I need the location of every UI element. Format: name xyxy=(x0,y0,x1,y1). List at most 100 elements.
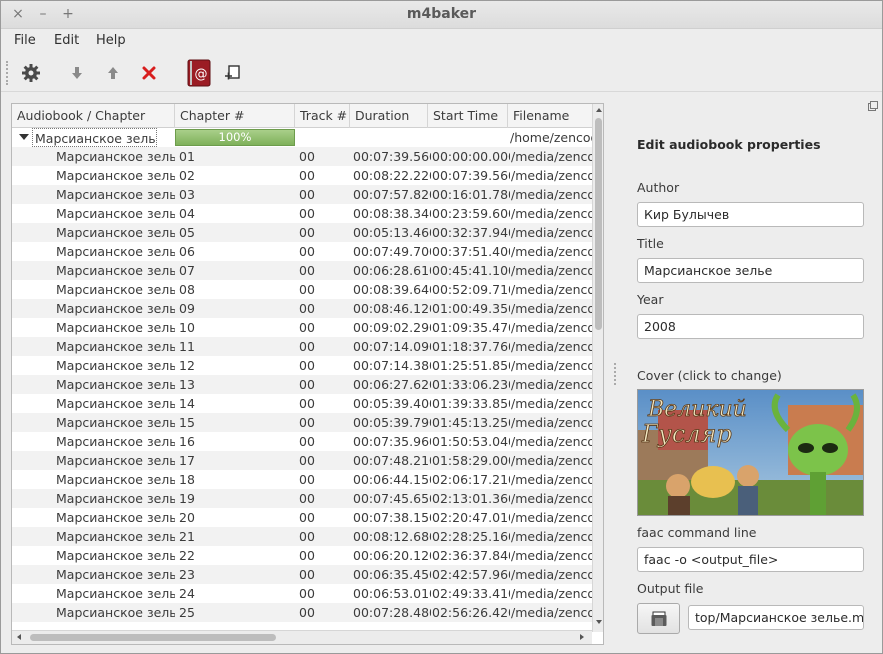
table-row[interactable]: Марсианское зелье 22 00 00:06:20.120 02:36:3… xyxy=(12,546,592,565)
table-row[interactable]: Марсианское зелье 24 00 00:06:53.010 02:49:3… xyxy=(12,584,592,603)
tree-row-book[interactable]: Марсианское зелье 100% /home/zencoo xyxy=(12,128,592,147)
chapter-number: 17 xyxy=(179,453,195,468)
table-row[interactable]: Марсианское зелье 14 00 00:05:39.400 01:39:3… xyxy=(12,394,592,413)
horizontal-scroll-thumb[interactable] xyxy=(30,634,276,641)
chapter-title: Марсианское зелье xyxy=(56,358,175,373)
column-duration[interactable]: Duration xyxy=(350,104,428,128)
output-field[interactable]: top/Марсианское зелье.m4b xyxy=(688,605,864,630)
table-row[interactable]: Марсианское зелье 04 00 00:08:38.340 00:23:5… xyxy=(12,204,592,223)
table-row[interactable]: Марсианское зелье 08 00 00:08:39.640 00:52:0… xyxy=(12,280,592,299)
table-row[interactable]: Марсианское зелье 13 00 00:06:27.620 01:33:0… xyxy=(12,375,592,394)
cover-image[interactable]: Великий Гусляр xyxy=(637,389,864,516)
start-time: 02:49:33.410 xyxy=(432,586,510,601)
start-time: 02:56:26.420 xyxy=(432,605,510,620)
filename: /media/zencoo xyxy=(511,149,592,164)
filename: /media/zencoo xyxy=(511,206,592,221)
chapter-number: 06 xyxy=(179,244,195,259)
table-row[interactable]: Марсианское зелье 09 00 00:08:46.120 01:00:4… xyxy=(12,299,592,318)
chapter-title: Марсианское зелье xyxy=(56,453,175,468)
table-row[interactable]: Марсианское зелье 16 00 00:07:35.960 01:50:5… xyxy=(12,432,592,451)
gear-icon xyxy=(22,64,40,82)
chapter-number: 04 xyxy=(179,206,195,221)
panel-heading: Edit audiobook properties xyxy=(637,137,821,152)
track-number: 00 xyxy=(299,434,315,449)
start-time: 02:42:57.960 xyxy=(432,567,510,582)
author-label: Author xyxy=(637,180,680,195)
start-time: 01:25:51.850 xyxy=(432,358,510,373)
table-row[interactable]: Марсианское зелье 05 00 00:05:13.460 00:32:3… xyxy=(12,223,592,242)
add-audiobook-button[interactable]: @ xyxy=(185,59,213,87)
table-row[interactable]: Марсианское зелье 07 00 00:06:28.610 00:45:4… xyxy=(12,261,592,280)
column-start-time[interactable]: Start Time xyxy=(428,104,508,128)
move-up-button[interactable] xyxy=(99,59,127,87)
start-time: 01:18:37.760 xyxy=(432,339,510,354)
svg-text:@: @ xyxy=(195,67,208,82)
scroll-up-icon[interactable] xyxy=(596,108,602,112)
restore-icon[interactable] xyxy=(868,101,878,111)
table-row[interactable]: Марсианское зелье 03 00 00:07:57.820 00:16:0… xyxy=(12,185,592,204)
track-number: 00 xyxy=(299,187,315,202)
table-row[interactable]: Марсианское зелье 23 00 00:06:35.450 02:42:5… xyxy=(12,565,592,584)
chapter-number: 09 xyxy=(179,301,195,316)
chapter-number: 10 xyxy=(179,320,195,335)
vertical-scrollbar[interactable] xyxy=(592,104,603,632)
track-number: 00 xyxy=(299,472,315,487)
table-row[interactable]: Марсианское зелье 10 00 00:09:02.290 01:09:3… xyxy=(12,318,592,337)
track-number: 00 xyxy=(299,206,315,221)
progress-bar: 100% xyxy=(175,129,295,146)
chapter-number: 21 xyxy=(179,529,195,544)
table-row[interactable]: Марсианское зелье 02 00 00:08:22.220 00:07:3… xyxy=(12,166,592,185)
menu-help[interactable]: Help xyxy=(96,33,126,48)
chapter-number: 08 xyxy=(179,282,195,297)
start-time: 01:50:53.040 xyxy=(432,434,510,449)
duration: 00:05:39.790 xyxy=(353,415,431,430)
author-field[interactable]: Кир Булычев xyxy=(637,202,864,227)
chapter-title: Марсианское зелье xyxy=(56,187,175,202)
column-audiobook[interactable]: Audiobook / Chapter xyxy=(12,104,175,128)
menu-bar: File Edit Help xyxy=(1,29,882,53)
table-row[interactable]: Марсианское зелье 25 00 00:07:28.480 02:56:2… xyxy=(12,603,592,622)
add-chapter-button[interactable] xyxy=(218,59,246,87)
title-field[interactable]: Марсианское зелье xyxy=(637,258,864,283)
table-row[interactable]: Марсианское зелье 06 00 00:07:49.700 00:37:5… xyxy=(12,242,592,261)
pane-splitter[interactable] xyxy=(614,363,618,385)
column-track[interactable]: Track # xyxy=(295,104,350,128)
toolbar: @ xyxy=(1,54,882,92)
menu-edit[interactable]: Edit xyxy=(54,33,79,48)
audiobook-tree[interactable]: Audiobook / Chapter Chapter # Track # Du… xyxy=(11,103,604,645)
vertical-scroll-thumb[interactable] xyxy=(595,118,602,330)
table-row[interactable]: Марсианское зелье 17 00 00:07:48.210 01:58:2… xyxy=(12,451,592,470)
horizontal-scrollbar[interactable] xyxy=(12,630,592,644)
move-down-button[interactable] xyxy=(63,59,91,87)
start-time: 00:45:41.100 xyxy=(432,263,510,278)
duration: 00:06:27.620 xyxy=(353,377,431,392)
remove-button[interactable] xyxy=(135,59,163,87)
table-row[interactable]: Марсианское зелье 15 00 00:05:39.790 01:45:1… xyxy=(12,413,592,432)
scroll-left-icon[interactable] xyxy=(17,634,21,640)
start-time: 00:23:59.600 xyxy=(432,206,510,221)
track-number: 00 xyxy=(299,586,315,601)
year-field[interactable]: 2008 xyxy=(637,314,864,339)
faac-field[interactable]: faac -o <output_file> xyxy=(637,547,864,572)
table-row[interactable]: Марсианское зелье 21 00 00:08:12.680 02:28:2… xyxy=(12,527,592,546)
scroll-right-icon[interactable] xyxy=(580,634,584,640)
menu-file[interactable]: File xyxy=(14,33,36,48)
table-row[interactable]: Марсианское зелье 18 00 00:06:44.150 02:06:1… xyxy=(12,470,592,489)
start-time: 01:00:49.350 xyxy=(432,301,510,316)
table-row[interactable]: Марсианское зелье 19 00 00:07:45.650 02:13:0… xyxy=(12,489,592,508)
chapter-number: 18 xyxy=(179,472,195,487)
browse-output-button[interactable] xyxy=(637,603,680,634)
table-row[interactable]: Марсианское зелье 01 00 00:07:39.560 00:00:0… xyxy=(12,147,592,166)
table-row[interactable]: Марсианское зелье 20 00 00:07:38.150 02:20:4… xyxy=(12,508,592,527)
column-chapter[interactable]: Chapter # xyxy=(175,104,295,128)
chapter-title: Марсианское зелье xyxy=(56,491,175,506)
track-number: 00 xyxy=(299,263,315,278)
table-row[interactable]: Марсианское зелье 11 00 00:07:14.090 01:18:3… xyxy=(12,337,592,356)
column-filename[interactable]: Filename xyxy=(508,104,592,128)
scroll-down-icon[interactable] xyxy=(596,620,602,624)
expander-icon[interactable] xyxy=(19,134,29,140)
table-row[interactable]: Марсианское зелье 12 00 00:07:14.380 01:25:5… xyxy=(12,356,592,375)
settings-button[interactable] xyxy=(17,59,45,87)
toolbar-grip[interactable] xyxy=(6,61,9,85)
duration: 00:07:35.960 xyxy=(353,434,431,449)
